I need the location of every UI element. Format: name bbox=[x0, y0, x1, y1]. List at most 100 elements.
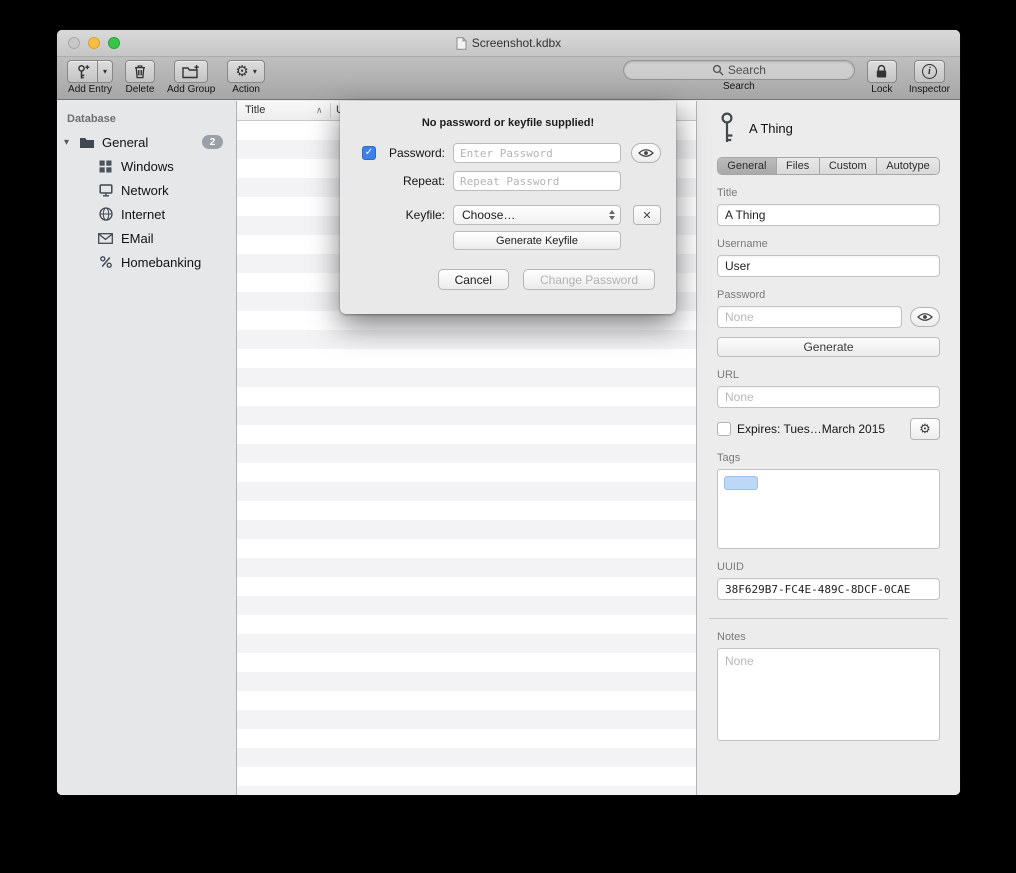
sidebar: Database ▾ General 2 bbox=[57, 101, 237, 795]
sidebar-group-general[interactable]: ▾ General 2 bbox=[57, 130, 236, 154]
tab-autotype[interactable]: Autotype bbox=[877, 158, 939, 174]
toolbar-item-action: ⚙ ▾ Action bbox=[227, 60, 264, 95]
add-group-button[interactable] bbox=[174, 60, 208, 83]
inspector-button[interactable]: i bbox=[914, 60, 945, 83]
sheet-repeat-input[interactable] bbox=[453, 171, 621, 191]
sidebar-item-email[interactable]: EMail bbox=[57, 226, 236, 250]
sidebar-item-label: EMail bbox=[121, 231, 154, 246]
sort-ascending-icon: ∧ bbox=[316, 105, 323, 116]
percent-coin-icon bbox=[96, 255, 115, 269]
keyfile-popup-value: Choose… bbox=[462, 208, 515, 222]
add-entry-button[interactable] bbox=[67, 60, 98, 83]
lock-icon bbox=[875, 64, 888, 79]
key-icon bbox=[717, 111, 737, 145]
window-title-area: Screenshot.kdbx bbox=[57, 30, 960, 56]
delete-button[interactable] bbox=[125, 60, 155, 83]
sidebar-item-windows[interactable]: Windows bbox=[57, 154, 236, 178]
expires-checkbox[interactable] bbox=[717, 422, 731, 436]
sidebar-item-label: Network bbox=[121, 183, 169, 198]
change-password-button[interactable]: Change Password bbox=[523, 269, 655, 290]
tab-general[interactable]: General bbox=[718, 158, 777, 174]
password-field[interactable] bbox=[717, 306, 902, 328]
sidebar-item-label: Windows bbox=[121, 159, 174, 174]
eye-icon bbox=[917, 312, 933, 322]
expires-label: Expires: Tues…March 2015 bbox=[737, 422, 904, 436]
document-proxy-icon bbox=[456, 37, 467, 50]
entry-count-badge: 2 bbox=[202, 135, 223, 149]
sheet-repeat-label: Repeat: bbox=[380, 174, 445, 188]
change-password-sheet: No password or keyfile supplied! ✓ Passw… bbox=[340, 101, 676, 314]
action-button[interactable]: ⚙ ▾ bbox=[227, 60, 264, 83]
clear-keyfile-button[interactable]: ✕ bbox=[633, 205, 661, 225]
tab-files[interactable]: Files bbox=[777, 158, 820, 174]
search-label: Search bbox=[723, 81, 755, 92]
toolbar-item-add-entry: ▾ Add Entry bbox=[67, 60, 113, 95]
folder-icon bbox=[77, 136, 96, 149]
sheet-password-row: ✓ Password: bbox=[362, 143, 676, 163]
sheet-password-input[interactable] bbox=[453, 143, 621, 163]
uuid-field[interactable] bbox=[717, 578, 940, 600]
close-icon: ✕ bbox=[642, 209, 651, 222]
url-field[interactable] bbox=[717, 386, 940, 408]
title-field[interactable] bbox=[717, 204, 940, 226]
password-enabled-checkbox[interactable]: ✓ bbox=[362, 146, 376, 160]
column-divider[interactable] bbox=[330, 103, 331, 118]
action-label: Action bbox=[232, 84, 260, 95]
search-placeholder: Search bbox=[728, 63, 766, 77]
tags-field-label: Tags bbox=[717, 452, 940, 464]
password-field-label: Password bbox=[717, 289, 940, 301]
keyfile-popup-button[interactable]: Choose… bbox=[453, 205, 621, 225]
app-window: Screenshot.kdbx ▾ bbox=[57, 30, 960, 795]
delete-label: Delete bbox=[126, 84, 155, 95]
globe-icon bbox=[96, 207, 115, 221]
trash-icon bbox=[133, 64, 147, 79]
generate-keyfile-button[interactable]: Generate Keyfile bbox=[453, 231, 621, 250]
sheet-message: No password or keyfile supplied! bbox=[340, 117, 676, 129]
sidebar-item-internet[interactable]: Internet bbox=[57, 202, 236, 226]
toolbar: ▾ Add Entry Delete bbox=[57, 57, 960, 100]
lock-button[interactable] bbox=[867, 60, 897, 83]
folder-plus-icon bbox=[182, 64, 200, 79]
notes-field[interactable] bbox=[717, 648, 940, 741]
sidebar-section-header: Database bbox=[67, 113, 236, 125]
search-icon bbox=[712, 64, 724, 76]
add-group-label: Add Group bbox=[167, 84, 215, 95]
expires-row: Expires: Tues…March 2015 ⚙ bbox=[717, 418, 940, 440]
generate-password-button[interactable]: Generate bbox=[717, 337, 940, 357]
toolbar-item-inspector: i Inspector bbox=[909, 60, 950, 95]
add-entry-label: Add Entry bbox=[68, 84, 112, 95]
key-plus-icon bbox=[75, 64, 90, 80]
gear-icon: ⚙ bbox=[919, 421, 931, 437]
toolbar-item-add-group: Add Group bbox=[167, 60, 215, 95]
toolbar-item-search: Search Search bbox=[623, 60, 855, 92]
gear-icon: ⚙ bbox=[235, 64, 248, 79]
sidebar-item-network[interactable]: Network bbox=[57, 178, 236, 202]
inspector-panel: A Thing General Files Custom Autotype Ti… bbox=[696, 101, 960, 795]
show-password-button[interactable] bbox=[910, 307, 940, 327]
sheet-keyfile-row: Keyfile: Choose… ✕ bbox=[362, 205, 676, 225]
expires-settings-button[interactable]: ⚙ bbox=[910, 418, 940, 440]
tag-pill[interactable] bbox=[724, 476, 758, 490]
disclosure-triangle-icon[interactable]: ▾ bbox=[64, 137, 77, 148]
chevron-down-icon: ▾ bbox=[103, 68, 107, 76]
sheet-show-password-button[interactable] bbox=[631, 143, 661, 163]
section-divider bbox=[709, 618, 948, 619]
tags-field[interactable] bbox=[717, 469, 940, 549]
sidebar-item-homebanking[interactable]: Homebanking bbox=[57, 250, 236, 274]
add-entry-dropdown-button[interactable]: ▾ bbox=[98, 60, 113, 83]
password-row bbox=[717, 306, 940, 328]
search-input[interactable]: Search bbox=[623, 60, 855, 80]
lock-label: Lock bbox=[871, 84, 892, 95]
title-field-label: Title bbox=[717, 187, 940, 199]
titlebar: Screenshot.kdbx bbox=[57, 30, 960, 57]
username-field-label: Username bbox=[717, 238, 940, 250]
inspector-tabs: General Files Custom Autotype bbox=[717, 157, 940, 175]
toolbar-item-lock: Lock bbox=[867, 60, 897, 95]
tab-custom[interactable]: Custom bbox=[820, 158, 877, 174]
notes-field-label: Notes bbox=[717, 631, 940, 643]
username-field[interactable] bbox=[717, 255, 940, 277]
sheet-keyfile-label: Keyfile: bbox=[380, 208, 445, 222]
column-header-title[interactable]: Title bbox=[245, 104, 265, 116]
inspector-header: A Thing bbox=[717, 109, 940, 147]
cancel-button[interactable]: Cancel bbox=[438, 269, 509, 290]
